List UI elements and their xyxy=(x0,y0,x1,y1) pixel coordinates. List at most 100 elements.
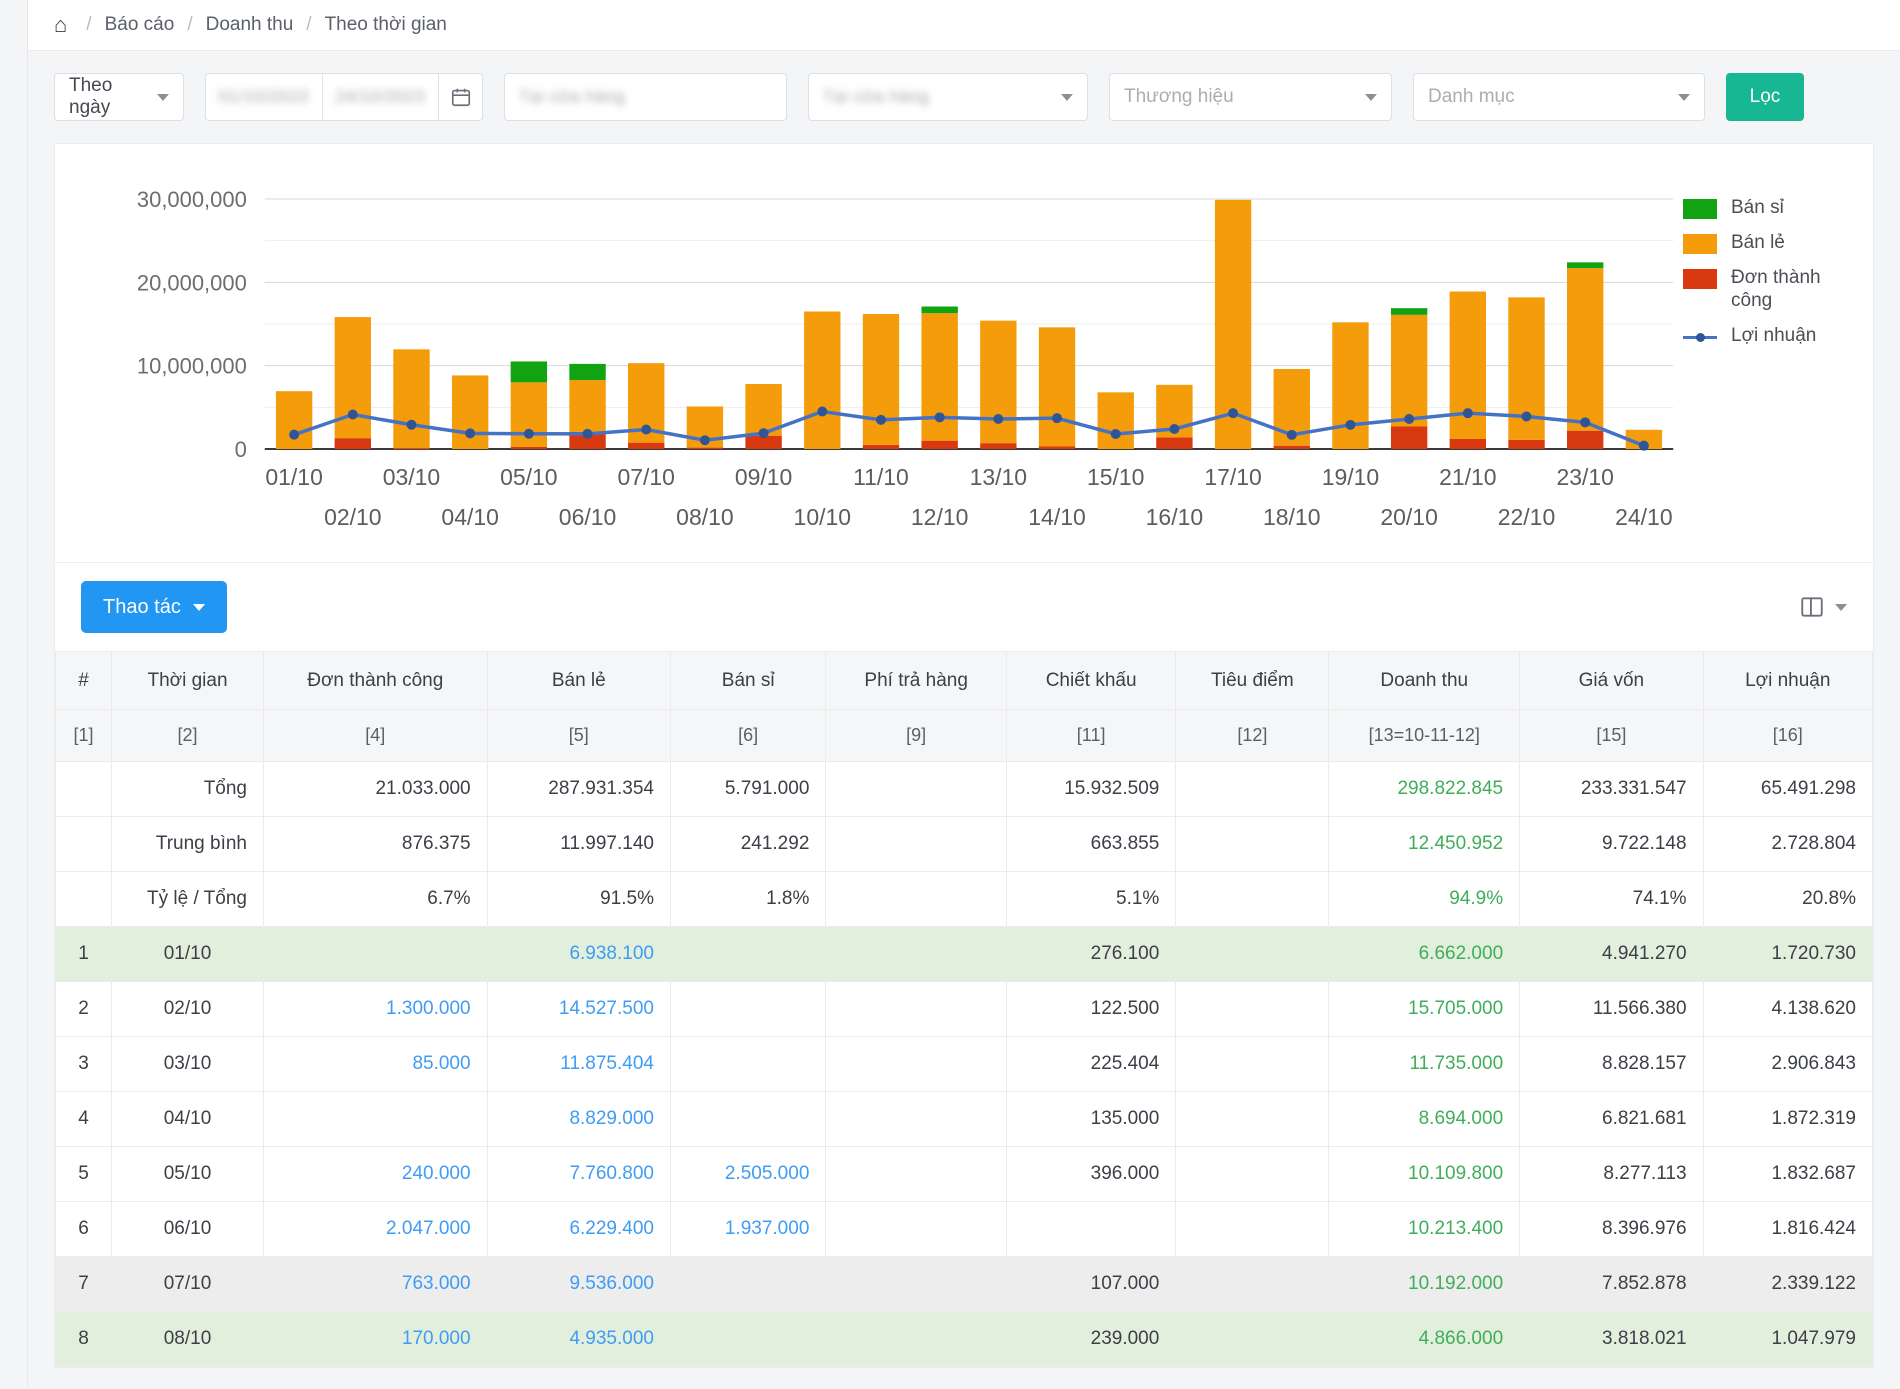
cell-ban-le[interactable]: 6.938.100 xyxy=(487,927,670,982)
legend-item-don-thanh-cong[interactable]: Đơn thành công xyxy=(1683,266,1851,314)
profit-point[interactable] xyxy=(993,414,1003,424)
bar-don-thanh-cong[interactable] xyxy=(335,438,371,449)
breadcrumb-item-theo-thoi-gian[interactable]: Theo thời gian xyxy=(325,14,447,36)
th-thoi-gian[interactable]: Thời gian xyxy=(112,652,264,710)
bar-ban-si[interactable] xyxy=(511,361,547,382)
home-icon[interactable]: ⌂ xyxy=(54,14,67,36)
bar-don-thanh-cong[interactable] xyxy=(863,445,899,449)
cell-ban-si[interactable] xyxy=(670,1257,825,1312)
table-row[interactable]: 202/101.300.00014.527.500122.50015.705.0… xyxy=(56,982,1873,1037)
cell-don-thanh-cong[interactable]: 2.047.000 xyxy=(264,1202,488,1257)
profit-point[interactable] xyxy=(700,435,710,445)
cell-ban-si[interactable] xyxy=(670,1092,825,1147)
th-don-thanh-cong[interactable]: Đơn thành công xyxy=(264,652,488,710)
legend-item-loi-nhuan[interactable]: Lợi nhuận xyxy=(1683,324,1851,348)
profit-point[interactable] xyxy=(583,429,593,439)
cell-ban-le[interactable]: 8.829.000 xyxy=(487,1092,670,1147)
profit-point[interactable] xyxy=(1580,417,1590,427)
cell-don-thanh-cong[interactable]: 170.000 xyxy=(264,1312,488,1367)
cell-don-thanh-cong[interactable]: 1.300.000 xyxy=(264,982,488,1037)
profit-point[interactable] xyxy=(817,407,827,417)
profit-point[interactable] xyxy=(1463,408,1473,418)
th-chiet-khau[interactable]: Chiết khấu xyxy=(1006,652,1175,710)
th-loi-nhuan[interactable]: Lợi nhuận xyxy=(1703,652,1872,710)
action-button[interactable]: Thao tác xyxy=(81,581,227,633)
profit-point[interactable] xyxy=(1228,408,1238,418)
legend-item-ban-le[interactable]: Bán lẻ xyxy=(1683,231,1851,255)
bar-don-thanh-cong[interactable] xyxy=(1156,437,1192,449)
bar-ban-le[interactable] xyxy=(980,321,1016,444)
cell-ban-si[interactable] xyxy=(670,927,825,982)
th-gia-von[interactable]: Giá vốn xyxy=(1520,652,1703,710)
cell-ban-le[interactable]: 4.935.000 xyxy=(487,1312,670,1367)
bar-don-thanh-cong[interactable] xyxy=(628,443,664,449)
cell-ban-si[interactable] xyxy=(670,982,825,1037)
bar-don-thanh-cong[interactable] xyxy=(687,448,723,449)
calendar-icon[interactable] xyxy=(438,74,482,120)
profit-point[interactable] xyxy=(1404,414,1414,424)
column-toggle-button[interactable] xyxy=(1798,594,1847,620)
profit-point[interactable] xyxy=(1052,413,1062,423)
cell-don-thanh-cong[interactable]: 240.000 xyxy=(264,1147,488,1202)
breadcrumb-item-bao-cao[interactable]: Báo cáo xyxy=(105,14,175,36)
breadcrumb-item-doanh-thu[interactable]: Doanh thu xyxy=(206,14,294,36)
bar-ban-si[interactable] xyxy=(569,364,605,380)
bar-don-thanh-cong[interactable] xyxy=(921,441,957,449)
profit-point[interactable] xyxy=(1287,430,1297,440)
profit-point[interactable] xyxy=(1345,420,1355,430)
bar-don-thanh-cong[interactable] xyxy=(511,447,547,449)
period-select[interactable]: Theo ngày xyxy=(54,73,184,121)
profit-point[interactable] xyxy=(876,415,886,425)
th-doanh-thu[interactable]: Doanh thu xyxy=(1329,652,1520,710)
brand-select[interactable]: Thương hiệu xyxy=(1109,73,1392,121)
profit-point[interactable] xyxy=(465,428,475,438)
bar-ban-le[interactable] xyxy=(804,312,840,450)
date-to[interactable]: 24/10/2023 xyxy=(323,74,439,120)
bar-don-thanh-cong[interactable] xyxy=(393,448,429,449)
cell-ban-le[interactable]: 7.760.800 xyxy=(487,1147,670,1202)
bar-don-thanh-cong[interactable] xyxy=(980,443,1016,449)
cell-ban-si[interactable]: 2.505.000 xyxy=(670,1147,825,1202)
profit-point[interactable] xyxy=(1522,412,1532,422)
bar-ban-le[interactable] xyxy=(1039,327,1075,446)
table-row[interactable]: 505/10240.0007.760.8002.505.000396.00010… xyxy=(56,1147,1873,1202)
bar-don-thanh-cong[interactable] xyxy=(1391,427,1427,450)
legend-item-ban-si[interactable]: Bán sỉ xyxy=(1683,196,1851,220)
filter-button[interactable]: Lọc xyxy=(1726,73,1804,121)
th-phi-tra-hang[interactable]: Phí trả hàng xyxy=(826,652,1007,710)
table-row[interactable]: 808/10170.0004.935.000239.0004.866.0003.… xyxy=(56,1312,1873,1367)
profit-point[interactable] xyxy=(289,430,299,440)
date-from[interactable]: 01/10/2023 xyxy=(206,74,322,120)
bar-ban-le[interactable] xyxy=(1098,392,1134,449)
bar-ban-si[interactable] xyxy=(921,307,957,314)
bar-don-thanh-cong[interactable] xyxy=(1567,431,1603,449)
date-range-picker[interactable]: 01/10/2023 24/10/2023 xyxy=(205,73,483,121)
profit-point[interactable] xyxy=(935,412,945,422)
th-ban-si[interactable]: Bán sỉ xyxy=(670,652,825,710)
bar-ban-si[interactable] xyxy=(1391,308,1427,315)
cell-don-thanh-cong[interactable] xyxy=(264,1092,488,1147)
profit-point[interactable] xyxy=(524,429,534,439)
th-index[interactable]: # xyxy=(56,652,112,710)
cell-don-thanh-cong[interactable]: 85.000 xyxy=(264,1037,488,1092)
bar-don-thanh-cong[interactable] xyxy=(1274,446,1310,449)
cell-ban-le[interactable]: 14.527.500 xyxy=(487,982,670,1037)
cell-ban-le[interactable]: 6.229.400 xyxy=(487,1202,670,1257)
profit-point[interactable] xyxy=(1111,429,1121,439)
bar-ban-le[interactable] xyxy=(1391,315,1427,427)
profit-point[interactable] xyxy=(641,425,651,435)
cell-ban-le[interactable]: 11.875.404 xyxy=(487,1037,670,1092)
profit-point[interactable] xyxy=(759,428,769,438)
bar-don-thanh-cong[interactable] xyxy=(1508,440,1544,449)
cell-don-thanh-cong[interactable]: 763.000 xyxy=(264,1257,488,1312)
cell-ban-le[interactable]: 9.536.000 xyxy=(487,1257,670,1312)
profit-point[interactable] xyxy=(1169,424,1179,434)
th-ban-le[interactable]: Bán lẻ xyxy=(487,652,670,710)
table-row[interactable]: 707/10763.0009.536.000107.00010.192.0007… xyxy=(56,1257,1873,1312)
bar-ban-le[interactable] xyxy=(1332,322,1368,449)
category-select[interactable]: Danh mục xyxy=(1413,73,1705,121)
cell-ban-si[interactable]: 1.937.000 xyxy=(670,1202,825,1257)
table-row[interactable]: 606/102.047.0006.229.4001.937.00010.213.… xyxy=(56,1202,1873,1257)
table-row[interactable]: 303/1085.00011.875.404225.40411.735.0008… xyxy=(56,1037,1873,1092)
cell-ban-si[interactable] xyxy=(670,1037,825,1092)
